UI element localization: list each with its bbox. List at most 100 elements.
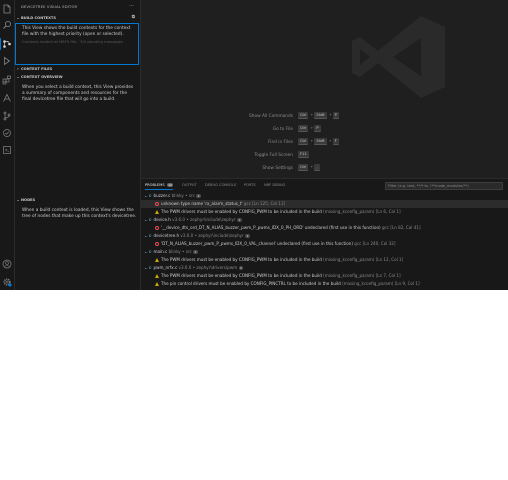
error-icon <box>155 225 159 230</box>
problem-source: (missing_kconfig_param) [Ln 7, Col 1] <box>321 273 401 278</box>
problem-file-row[interactable]: ⌄ Cmain.c blinky • src 1 <box>141 248 508 256</box>
nrf-connect-icon[interactable] <box>2 93 12 103</box>
c-file-icon: C <box>148 217 152 222</box>
build-contexts-faded-text: Contexts loaded at NRF5 fifo · 3/4 pendi… <box>22 39 124 44</box>
shortcut-keys: Ctrl +, <box>298 164 321 171</box>
shortcut-keys: Ctrl + Shift + F <box>298 138 340 145</box>
key-cap: P <box>314 125 321 132</box>
key-plus: + <box>328 139 332 143</box>
key-cap: F11 <box>298 151 309 158</box>
tab-nrf-debug[interactable]: NRF DEBUG <box>264 183 285 187</box>
search-icon[interactable] <box>2 20 12 30</box>
problem-row[interactable]: '__device_dts_ord_DT_N_ALIAS_buzzer_pwm_… <box>141 224 508 232</box>
shortcut-row: Show All Commands Ctrl + Shift + P <box>141 112 411 121</box>
problem-row[interactable]: The pin control drivers must be enabled … <box>141 280 508 288</box>
warning-icon <box>155 281 159 286</box>
warning-icon <box>155 209 159 214</box>
key-cap: Shift <box>314 138 327 145</box>
tab-debug-console[interactable]: DEBUG CONSOLE <box>205 183 236 187</box>
shortcut-keys: Ctrl + Shift + P <box>298 112 340 119</box>
problem-row[interactable]: The PWM drivers must be enabled by CONFI… <box>141 256 508 264</box>
problem-row[interactable]: 'DT_N_ALIAS_buzzer_pwm_P_pwms_IDX_0_VAL_… <box>141 240 508 248</box>
problem-row[interactable]: The PWM drivers must be enabled by CONFI… <box>141 272 508 280</box>
shortcut-label[interactable]: Find in Files <box>268 140 293 145</box>
run-debug-icon[interactable] <box>2 56 12 66</box>
problem-file-row[interactable]: ⌄ Cdevice.h v3.6.0 • zephyr\include\zeph… <box>141 216 508 224</box>
c-file-icon: C <box>148 193 152 198</box>
sidebar: DEVICETREE VISUAL EDITOR ··· ⌄BUILD CONT… <box>15 0 141 290</box>
settings-icon[interactable] <box>2 277 12 287</box>
c-file-icon: C <box>148 233 152 238</box>
context-files-header[interactable]: › CONTEXT FILES <box>15 65 140 73</box>
problem-message: '__device_dts_ord_DT_N_ALIAS_buzzer_pwm_… <box>161 225 381 230</box>
key-cap: Ctrl <box>298 138 309 145</box>
problem-file-count: 1 <box>245 234 251 238</box>
c-file-icon: C <box>148 265 152 270</box>
tab-problems[interactable]: PROBLEMS 12 <box>145 183 174 190</box>
problem-file-name: device.h <box>153 217 171 222</box>
shortcut-label[interactable]: Toggle Full Screen <box>254 153 293 158</box>
extensions-icon[interactable] <box>2 75 12 85</box>
problem-source: (missing_kconfig_param) [Ln 12, Col 1] <box>321 257 404 262</box>
problem-row[interactable]: unknown type name 'rx_alarm_status_t' gc… <box>141 200 508 208</box>
warning-icon <box>155 273 159 278</box>
problem-source: (missing_kconfig_param) [Ln 6, Col 1] <box>321 209 401 214</box>
key-cap: P <box>332 112 339 119</box>
problem-file-path: blinky • src <box>170 193 197 198</box>
problems-count-badge: 12 <box>166 183 174 187</box>
remote-icon[interactable] <box>2 145 12 155</box>
shortcut-keys: Ctrl + P <box>298 125 322 132</box>
problem-message: The PWM drivers must be enabled by CONFI… <box>161 209 322 214</box>
new-context-icon[interactable]: ⧉ <box>132 14 135 22</box>
shortcut-row: Toggle Full Screen F11 <box>141 151 411 160</box>
key-cap: Ctrl <box>298 125 309 132</box>
problem-file-path: v3.6.0 • zephyr\drivers\pwm <box>177 265 239 270</box>
more-actions-icon[interactable]: ··· <box>129 3 134 9</box>
nodes-header[interactable]: ⌄NODES <box>15 196 140 204</box>
problem-file-row[interactable]: ⌄ Cbuzzer.c blinky • src 2 <box>141 192 508 200</box>
problem-source: (missing_kconfig_param) [Ln 9, Col 1] <box>340 281 420 286</box>
vscode-window: DEVICETREE VISUAL EDITOR ··· ⌄BUILD CONT… <box>0 0 508 290</box>
key-cap: Shift <box>314 112 327 119</box>
problem-source: gcc [Ln 125, Col 11] <box>242 201 286 206</box>
account-icon[interactable] <box>2 259 12 269</box>
editor-area[interactable]: Show All Commands Ctrl + Shift + P Go to File C… <box>141 0 508 178</box>
shortcut-keys: F11 <box>298 151 310 158</box>
key-plus: + <box>310 126 314 130</box>
problem-message: unknown type name 'rx_alarm_status_t' <box>161 201 243 206</box>
explorer-icon[interactable] <box>2 4 12 14</box>
warning-icon <box>155 257 159 262</box>
problem-message: The PWM drivers must be enabled by CONFI… <box>161 273 322 278</box>
error-icon <box>155 241 159 246</box>
problem-file-row[interactable]: ⌄ Cpwm_nrfx.c v3.6.0 • zephyr\drivers\pw… <box>141 264 508 272</box>
source-control-icon[interactable] <box>2 111 12 121</box>
sidebar-title: DEVICETREE VISUAL EDITOR <box>21 5 78 9</box>
key-plus: + <box>310 113 314 117</box>
problem-file-row[interactable]: ⌄ Cdevicetree.h v3.6.0 • zephyr\include\… <box>141 232 508 240</box>
context-overview-header[interactable]: ⌄CONTEXT OVERVIEW <box>15 73 140 81</box>
key-plus: + <box>328 113 332 117</box>
problem-file-name: pwm_nrfx.c <box>153 265 178 270</box>
problem-file-name: devicetree.h <box>153 233 180 238</box>
key-cap: F <box>332 138 339 145</box>
shortcut-label[interactable]: Go to File <box>273 127 293 132</box>
shortcut-label[interactable]: Show Settings <box>262 166 293 171</box>
c-file-icon: C <box>148 249 152 254</box>
key-plus: + <box>310 139 314 143</box>
key-cap: Ctrl <box>298 164 309 171</box>
problem-file-path: v3.6.0 • zephyr\include\zephyr <box>170 217 237 222</box>
build-contexts-header[interactable]: ⌄BUILD CONTEXTS ⧉ <box>15 14 140 22</box>
key-cap: Ctrl <box>298 112 309 119</box>
problems-filter-input[interactable]: Filter (e.g. text, **/*.ts, !**/node_mod… <box>385 182 503 190</box>
problem-row[interactable]: The PWM drivers must be enabled by CONFI… <box>141 208 508 216</box>
shortcut-label[interactable]: Show All Commands <box>249 114 293 119</box>
shortcut-row: Show Settings Ctrl +, <box>141 164 411 173</box>
tab-output[interactable]: OUTPUT <box>182 183 197 187</box>
devicetree-icon[interactable] <box>0 38 12 50</box>
shortcut-row: Go to File Ctrl + P <box>141 125 411 134</box>
testing-icon[interactable] <box>2 128 12 138</box>
problem-file-count: 1 <box>236 218 242 222</box>
activity-bar <box>0 0 15 290</box>
problem-message: The PWM drivers must be enabled by CONFI… <box>161 257 322 262</box>
tab-ports[interactable]: PORTS <box>244 183 256 187</box>
